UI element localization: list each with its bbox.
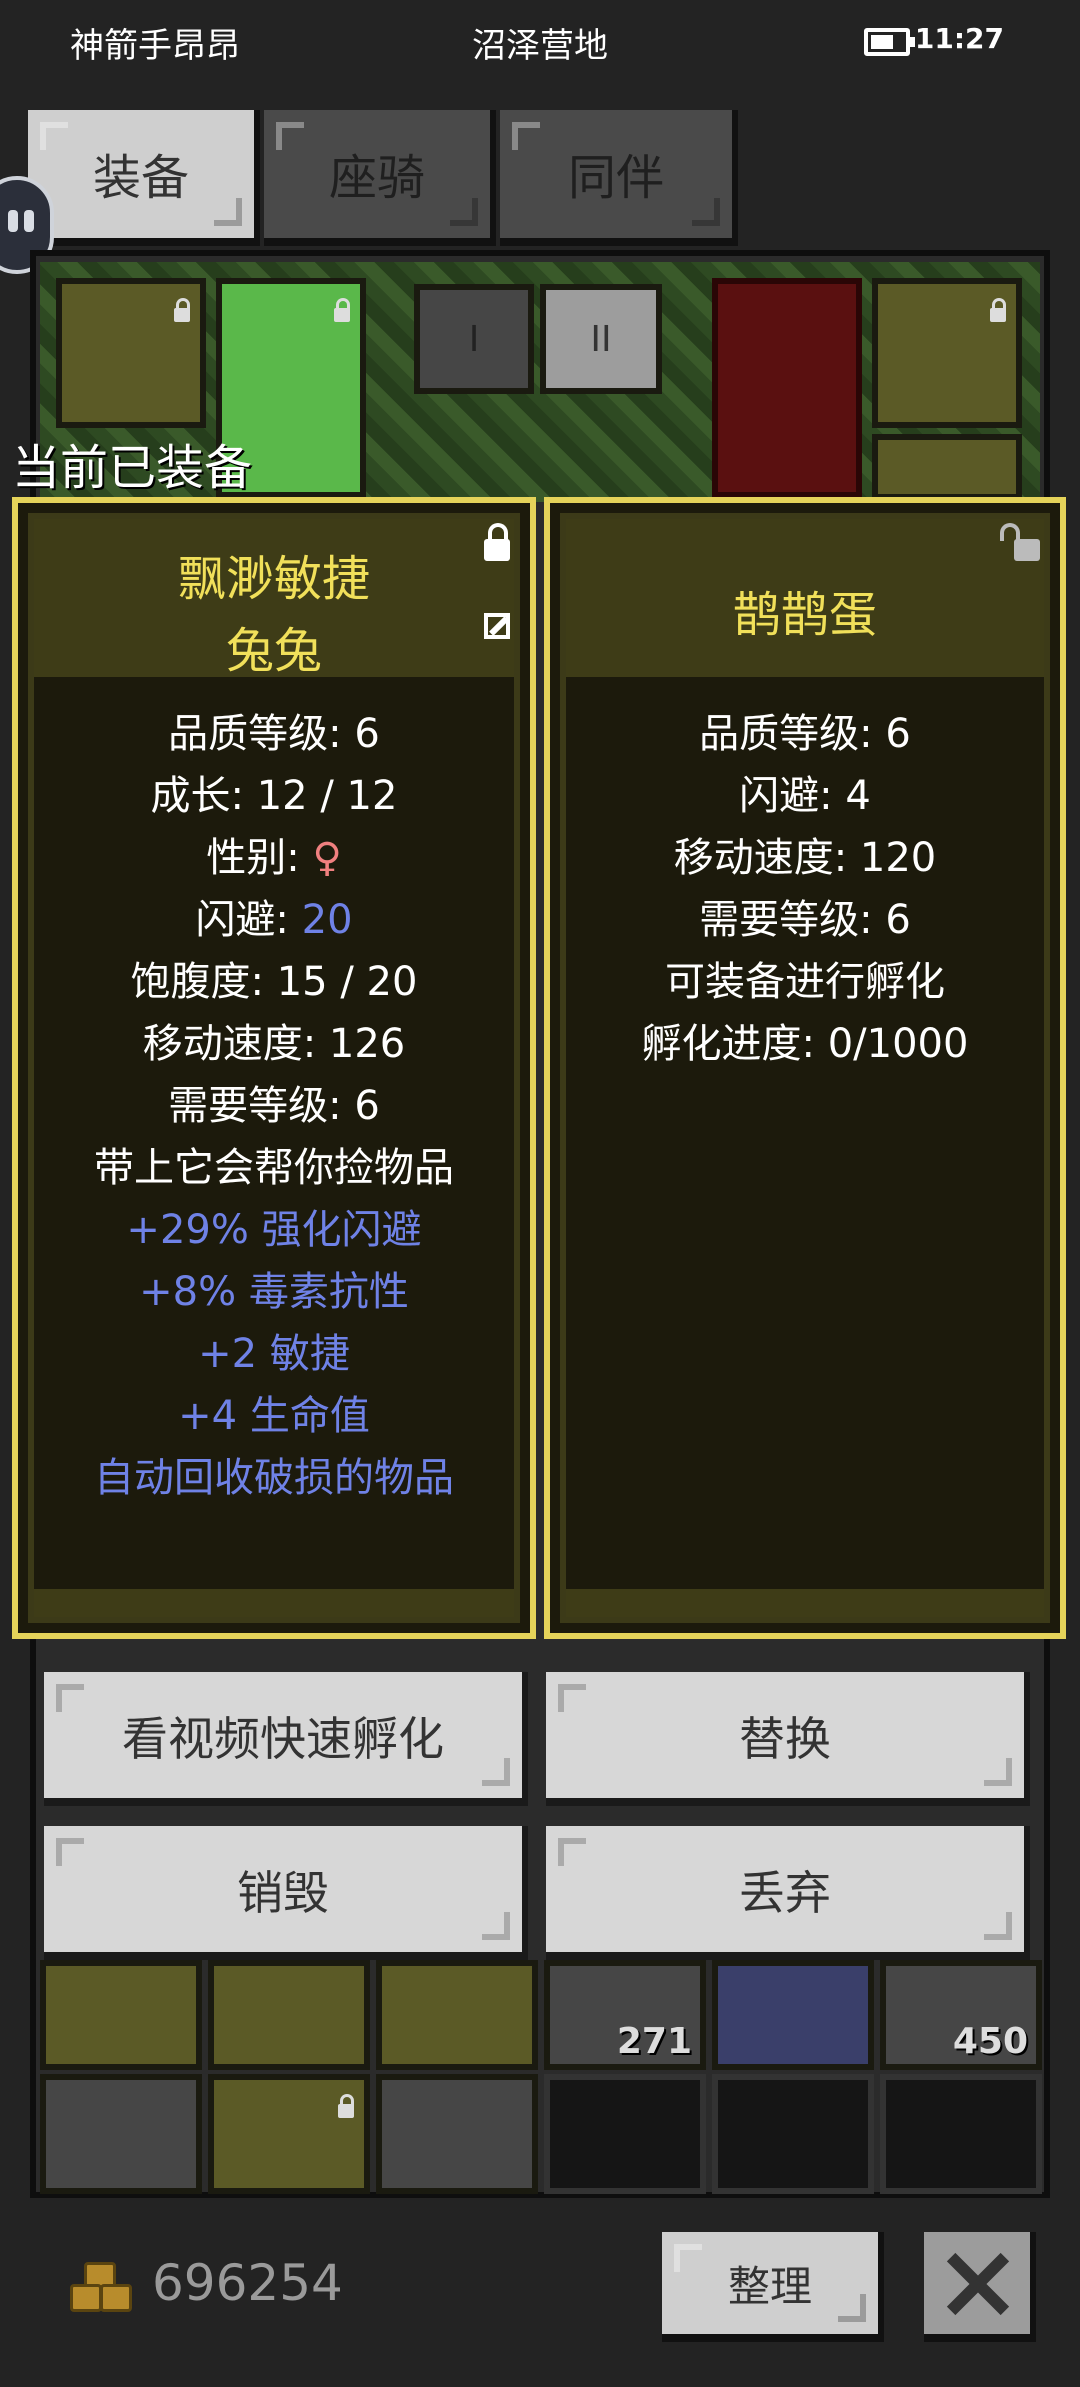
gender-label: 性别: xyxy=(206,835,313,881)
current-item-panel: 飘渺敏捷 兔兔 品质等级: 6 成长: 12 / 12 性别: ♀ 闪避: 20… xyxy=(12,497,536,1639)
inventory-slot[interactable] xyxy=(40,1960,202,2070)
panel-footer xyxy=(34,1589,514,1617)
gold-amount: 696254 xyxy=(152,2254,343,2312)
panel-footer xyxy=(566,1589,1044,1617)
watch-video-hatch-label: 看视频快速孵化 xyxy=(122,1712,444,1766)
item-description: 带上它会帮你捡物品 xyxy=(94,1145,454,1191)
destroy-button[interactable]: 销毁 xyxy=(44,1826,528,1960)
equip-slot-cape[interactable] xyxy=(712,278,862,498)
corner-decoration xyxy=(450,198,478,226)
inventory-slot[interactable] xyxy=(712,1960,874,2070)
new-item-panel: 鹊鹊蛋 品质等级: 6 闪避: 4 移动速度: 120 需要等级: 6 可装备进… xyxy=(544,497,1066,1639)
corner-decoration xyxy=(56,1684,84,1712)
growth-stat: 成长: 12 / 12 xyxy=(150,773,398,819)
inventory-slot-empty[interactable] xyxy=(544,2074,706,2194)
equip-slot-amulet[interactable] xyxy=(872,278,1022,428)
item-subname: 兔兔 xyxy=(225,623,322,679)
inventory-slot-empty[interactable] xyxy=(712,2074,874,2194)
status-bar: 神箭手昂昂 沼泽营地 11:27 xyxy=(0,0,1080,84)
inventory-slot[interactable] xyxy=(208,2074,370,2194)
hatch-note: 可装备进行孵化 xyxy=(665,959,945,1005)
dodge-stat: 闪避: 20 xyxy=(18,887,530,945)
inventory-slot[interactable]: 450 xyxy=(880,1960,1042,2070)
unlock-icon[interactable] xyxy=(1000,523,1040,561)
female-icon: ♀ xyxy=(312,835,342,881)
bonus-line: +2 敏捷 xyxy=(198,1331,350,1377)
equip-set-2-button[interactable]: II xyxy=(540,284,662,394)
corner-decoration xyxy=(214,198,242,226)
tab-mount[interactable]: 座骑 xyxy=(264,110,496,246)
hatch-progress: 孵化进度: 0/1000 xyxy=(641,1021,969,1067)
dodge-value: 20 xyxy=(301,897,353,943)
corner-decoration xyxy=(674,2244,702,2272)
destroy-label: 销毁 xyxy=(237,1866,329,1920)
corner-decoration xyxy=(692,198,720,226)
clock: 11:27 xyxy=(914,22,1004,55)
item-name: 鹊鹊蛋 xyxy=(732,587,877,643)
equip-set-1-button[interactable]: I xyxy=(414,284,534,394)
lock-icon xyxy=(990,298,1006,322)
gold-coins-icon xyxy=(70,2262,132,2312)
inventory-slot[interactable] xyxy=(376,2074,538,2194)
quality-stat: 品质等级: 6 xyxy=(699,711,911,757)
tab-companion-label: 同伴 xyxy=(567,150,664,206)
corner-decoration xyxy=(558,1838,586,1866)
level-requirement: 需要等级: 6 xyxy=(168,1083,380,1129)
corner-decoration xyxy=(276,122,304,150)
equip-slot-ring[interactable] xyxy=(872,434,1022,500)
discard-button[interactable]: 丢弃 xyxy=(546,1826,1030,1960)
inventory-slot[interactable]: 271 xyxy=(544,1960,706,2070)
corner-decoration xyxy=(838,2294,866,2322)
bonus-line: +4 生命值 xyxy=(178,1393,370,1439)
speed-stat: 移动速度: 120 xyxy=(673,835,937,881)
battery-icon xyxy=(864,28,915,56)
replace-button[interactable]: 替换 xyxy=(546,1672,1030,1806)
corner-decoration xyxy=(40,122,68,150)
item-name: 飘渺敏捷 xyxy=(177,551,370,607)
sort-button[interactable]: 整理 xyxy=(662,2232,884,2342)
close-button[interactable] xyxy=(924,2232,1036,2342)
lock-icon xyxy=(334,298,350,322)
inventory-slot[interactable] xyxy=(40,2074,202,2194)
speed-stat: 移动速度: 126 xyxy=(142,1021,406,1067)
equipped-label: 当前已装备 xyxy=(12,440,253,496)
lock-icon xyxy=(174,298,190,322)
corner-decoration xyxy=(512,122,540,150)
satiety-stat: 饱腹度: 15 / 20 xyxy=(130,959,418,1005)
dodge-label: 闪避: xyxy=(195,897,302,943)
bonus-line: +8% 毒素抗性 xyxy=(139,1269,409,1315)
tab-equipment[interactable]: 装备 xyxy=(28,110,260,246)
lock-icon xyxy=(338,2094,354,2118)
bonus-line: +29% 强化闪避 xyxy=(126,1207,422,1253)
level-requirement: 需要等级: 6 xyxy=(699,897,911,943)
tab-equipment-label: 装备 xyxy=(92,150,189,206)
replace-label: 替换 xyxy=(739,1712,831,1766)
watch-video-hatch-button[interactable]: 看视频快速孵化 xyxy=(44,1672,528,1806)
item-count: 450 xyxy=(952,2021,1028,2062)
inventory-slot-empty[interactable] xyxy=(880,2074,1042,2194)
corner-decoration xyxy=(984,1912,1012,1940)
gender-stat: 性别: ♀ xyxy=(18,825,530,883)
sort-label: 整理 xyxy=(727,2262,812,2311)
corner-decoration xyxy=(984,1758,1012,1786)
bonus-line: 自动回收破损的物品 xyxy=(94,1455,454,1501)
item-count: 271 xyxy=(616,2021,692,2062)
discard-label: 丢弃 xyxy=(739,1866,831,1920)
inventory-slot[interactable] xyxy=(208,1960,370,2070)
tab-companion[interactable]: 同伴 xyxy=(500,110,738,246)
corner-decoration xyxy=(482,1758,510,1786)
inventory-slot[interactable] xyxy=(376,1960,538,2070)
tab-mount-label: 座骑 xyxy=(328,150,425,206)
corner-decoration xyxy=(482,1912,510,1940)
corner-decoration xyxy=(56,1838,84,1866)
dodge-stat: 闪避: 4 xyxy=(739,773,871,819)
corner-decoration xyxy=(558,1684,586,1712)
quality-stat: 品质等级: 6 xyxy=(168,711,380,757)
equip-slot-helmet[interactable] xyxy=(56,278,206,428)
